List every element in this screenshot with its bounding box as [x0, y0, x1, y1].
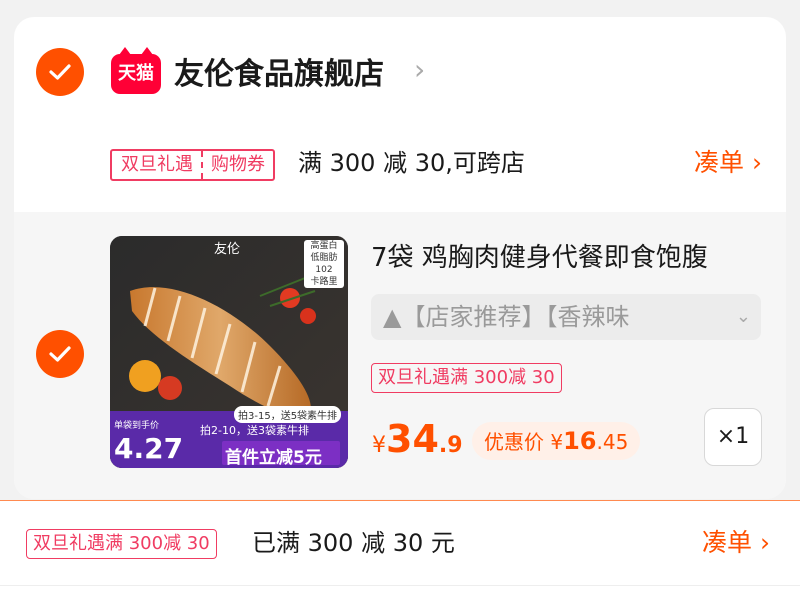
- coupon-text: 满 300 减 30,可跨店: [298, 149, 525, 177]
- image-brand: 友伦: [214, 242, 241, 257]
- coupon-tag: 双旦礼遇 购物券: [110, 149, 275, 181]
- item-select-checkbox[interactable]: [36, 330, 84, 378]
- coupon-tag-event: 双旦礼遇: [112, 151, 203, 179]
- coupon-tag-type: 购物券: [211, 154, 265, 175]
- image-promo-2: 拍2-10，送3袋素牛排: [200, 424, 309, 437]
- footer-promo-text: 已满 300 减 30 元: [252, 529, 455, 557]
- image-price-label: 单袋到手价: [114, 421, 160, 431]
- footer-add-items-link[interactable]: 凑单 ›: [702, 525, 770, 561]
- shop-select-checkbox[interactable]: [36, 48, 84, 96]
- chevron-down-icon: ⌄: [735, 306, 751, 327]
- shop-card: 天猫 友伦食品旗舰店 › 双旦礼遇 购物券 满 300 减 30,可跨店 凑单 …: [14, 17, 786, 499]
- tmall-logo: 天猫: [111, 47, 161, 94]
- check-icon: [49, 346, 71, 362]
- quantity-button[interactable]: ×1: [704, 408, 762, 466]
- image-promo-3: 首件立减5元: [225, 448, 322, 468]
- image-price: 4.27: [114, 432, 184, 465]
- price: ¥34.9: [372, 417, 463, 461]
- image-badge: 高蛋白 低脂肪 102 卡路里: [304, 240, 344, 288]
- coupon-add-items-link[interactable]: 凑单 ›: [694, 145, 762, 181]
- sku-text: ▲【店家推荐】【香辣味: [383, 303, 630, 331]
- sku-selector[interactable]: ▲【店家推荐】【香辣味 ⌄: [371, 294, 761, 340]
- chevron-right-icon[interactable]: ›: [414, 53, 425, 86]
- discount-price-badge: 优惠价 ¥16.45: [472, 422, 641, 460]
- cart-item: 友伦 高蛋白 低脂肪 102 卡路里 拍3-15，送5袋素牛排 单袋到手价 4.…: [14, 212, 786, 499]
- image-promo-1: 拍3-15，送5袋素牛排: [234, 406, 342, 423]
- divider: [0, 585, 800, 586]
- promo-footer: 双旦礼遇满 300减 30 已满 300 减 30 元 凑单 ›: [0, 500, 800, 592]
- product-image[interactable]: 友伦 高蛋白 低脂肪 102 卡路里 拍3-15，送5袋素牛排 单袋到手价 4.…: [110, 236, 348, 468]
- check-icon: [49, 64, 71, 80]
- product-title[interactable]: 7袋 鸡胸肉健身代餐即食饱腹: [371, 240, 771, 276]
- footer-promo-tag: 双旦礼遇满 300减 30: [26, 529, 217, 559]
- shop-name[interactable]: 友伦食品旗舰店: [174, 55, 384, 95]
- promo-tag: 双旦礼遇满 300减 30: [371, 363, 562, 393]
